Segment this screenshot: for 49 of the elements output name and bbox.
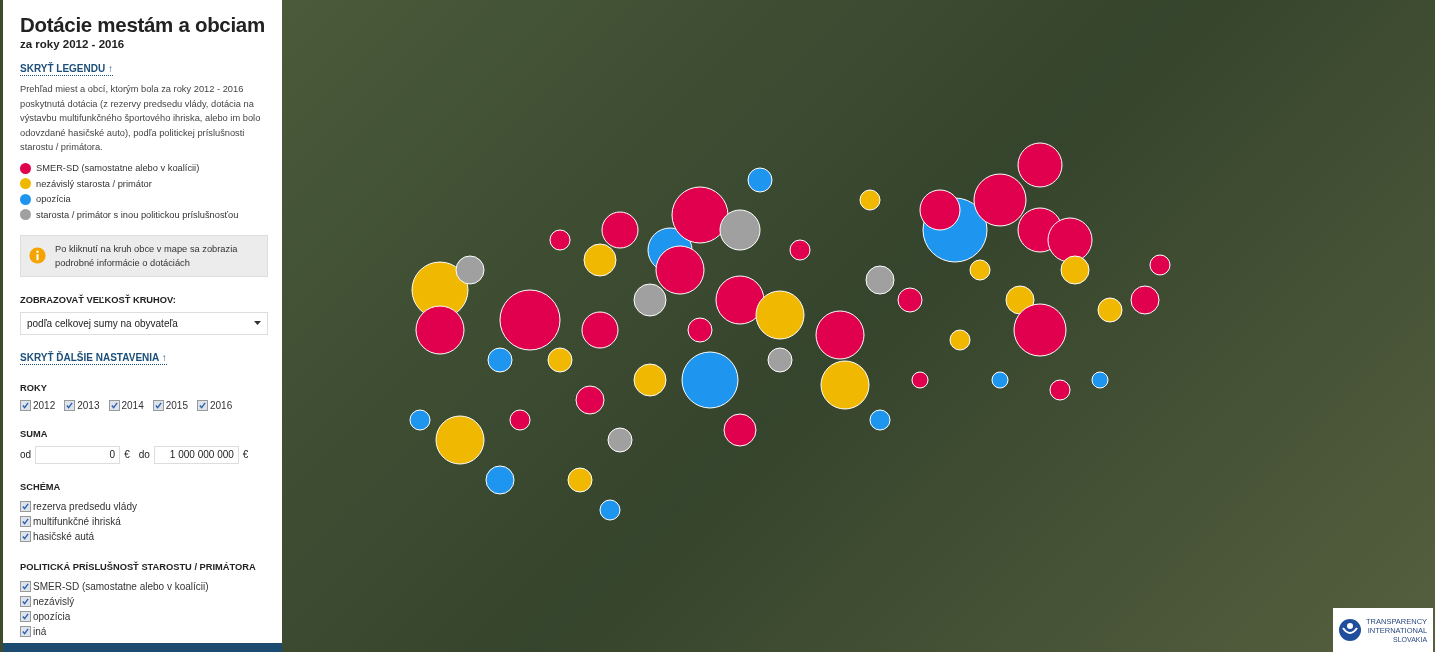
section-heading: POLITICKÁ PRÍSLUŠNOSŤ STAROSTU / PRIMÁTORA — [20, 561, 257, 572]
hide-settings-link[interactable]: SKRYŤ ĎALŠIE NASTAVENIA ↑ — [20, 351, 167, 365]
size-select[interactable]: podľa celkovej sumy na obyvateľa — [20, 311, 268, 335]
info-icon — [29, 247, 46, 264]
checkbox[interactable] — [197, 399, 208, 411]
hide-legend-link[interactable]: SKRYŤ LEGENDU ↑ — [20, 63, 113, 76]
checkbox-label: multifunkčné ihriská — [33, 515, 121, 527]
checkbox-label: hasičské autá — [33, 530, 95, 542]
checkbox[interactable] — [20, 399, 31, 411]
section-heading: ZOBRAZOVAŤ VEĽKOSŤ KRUHOV: — [20, 294, 177, 305]
checkbox-label: 2013 — [77, 399, 100, 411]
legend-label: opozícia — [36, 194, 71, 205]
currency-label: € — [242, 449, 249, 460]
legend-label: SMER-SD (samostatne alebo v koalícii) — [36, 163, 200, 174]
from-input[interactable]: 0 — [35, 445, 121, 464]
checkbox[interactable] — [20, 500, 31, 512]
checkbox-label: SMER-SD (samostatne alebo v koalícii) — [33, 580, 209, 592]
checkbox[interactable] — [20, 595, 31, 607]
page-subtitle: za roky 2012 - 2016 — [20, 38, 126, 50]
to-label: do — [138, 449, 150, 460]
from-label: od — [20, 449, 32, 460]
description-text: Prehľad miest a obcí, ktorým bola za roky 2012 - 2016 poskytnutá dotácia (z rezervy predsedu vlády, dotácia na výstavbu multifunkčného športového ihriska, alebo im bolo odovzdané hasičské auto), podľa politickej príslušnosti starostu / primátora. — [20, 83, 262, 154]
section-heading: SUMA — [20, 428, 49, 439]
legend-label: nezávislý starosta / primátor — [36, 178, 152, 189]
page-title: Dotácie mestám a obciam — [20, 12, 266, 38]
currency-label: € — [124, 449, 130, 460]
legend-label: starosta / primátor s inou politickou príslušnosťou — [36, 209, 239, 220]
section-heading: ROKY — [20, 382, 48, 393]
logo-icon — [1338, 618, 1362, 642]
info-text: Po kliknutí na kruh obce v mape sa zobrazia podrobné informácie o dotáciách — [55, 242, 239, 270]
checkbox[interactable] — [152, 399, 164, 411]
checkbox-label: opozícia — [33, 610, 71, 622]
to-input[interactable]: 1 000 000 000 — [153, 445, 239, 464]
checkbox[interactable] — [20, 515, 31, 527]
caret-icon — [254, 321, 261, 325]
checkbox-label: rezerva predsedu vlády — [33, 500, 137, 512]
checkbox[interactable] — [20, 610, 31, 622]
checkbox[interactable] — [64, 399, 76, 411]
checkbox-label: nezávislý — [33, 595, 75, 607]
checkbox-label: 2016 — [210, 399, 233, 411]
checkbox-label: 2012 — [33, 399, 56, 411]
checkbox-label: 2015 — [165, 399, 188, 411]
checkbox-label: 2014 — [121, 399, 144, 411]
checkbox[interactable] — [20, 530, 31, 542]
section-heading: SCHÉMA — [20, 481, 62, 492]
checkbox[interactable] — [20, 580, 31, 592]
checkbox[interactable] — [108, 399, 120, 411]
checkbox[interactable] — [20, 625, 31, 637]
checkbox-label: iná — [33, 625, 47, 637]
